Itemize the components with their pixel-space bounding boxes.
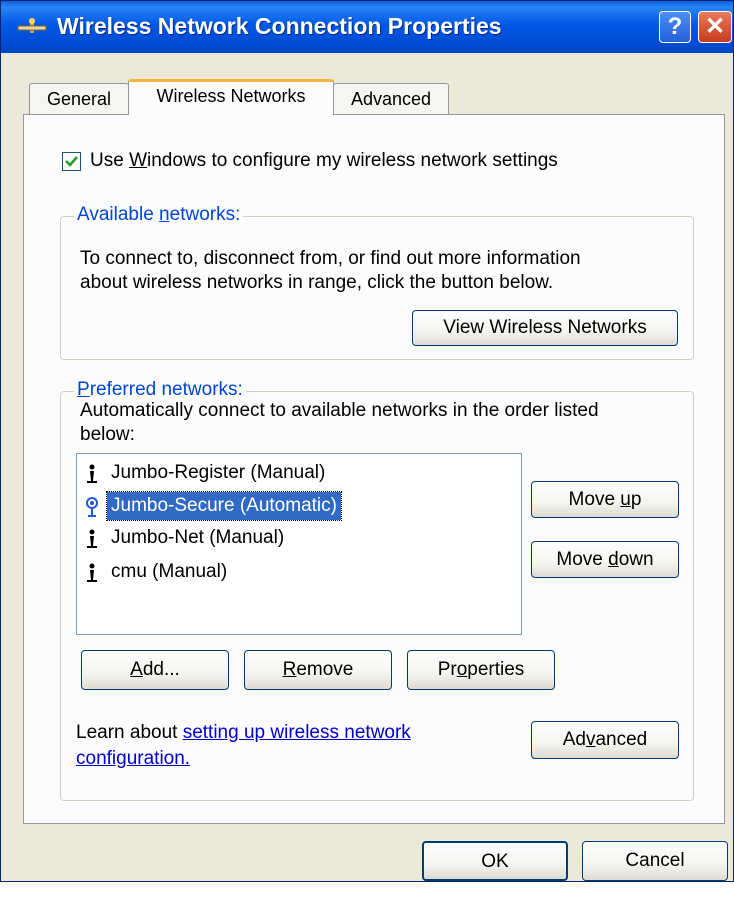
help-button[interactable]: ? <box>659 11 691 43</box>
network-connection-icon <box>17 18 47 33</box>
manual-network-icon <box>87 563 97 582</box>
title-bar[interactable]: Wireless Network Connection Properties ?… <box>1 1 733 53</box>
remove-button[interactable]: Remove <box>244 650 392 690</box>
available-networks-legend: Available networks: <box>74 204 244 226</box>
preferred-networks-list[interactable]: Jumbo-Register (Manual) Jumbo-Secure (Au… <box>76 453 522 635</box>
wireless-networks-panel: Use Windows to configure my wireless net… <box>23 114 725 824</box>
automatic-network-icon <box>86 497 98 517</box>
cancel-button[interactable]: Cancel <box>582 841 728 881</box>
list-item-label: Jumbo-Secure (Automatic) <box>106 491 342 521</box>
list-item[interactable]: Jumbo-Secure (Automatic) <box>81 491 517 522</box>
window-title: Wireless Network Connection Properties <box>57 13 502 39</box>
list-item[interactable]: cmu (Manual) <box>81 558 517 588</box>
learn-about-text-line2: configuration. <box>76 747 190 770</box>
use-windows-checkbox[interactable] <box>62 152 81 171</box>
preferred-desc-line2: below: <box>80 424 135 445</box>
properties-button[interactable]: Properties <box>407 650 555 690</box>
tab-general[interactable]: General <box>29 83 129 115</box>
list-item[interactable]: Jumbo-Net (Manual) <box>81 524 517 554</box>
tab-advanced[interactable]: Advanced <box>333 83 449 115</box>
ok-button[interactable]: OK <box>422 841 568 881</box>
advanced-button[interactable]: Advanced <box>531 721 679 759</box>
add-button[interactable]: Add... <box>81 650 229 690</box>
move-down-button[interactable]: Move down <box>531 541 679 578</box>
setup-help-link[interactable]: setting up wireless network <box>183 722 411 743</box>
available-desc-line1: To connect to, disconnect from, or find … <box>80 248 581 269</box>
preferred-desc-line1: Automatically connect to available netwo… <box>80 400 599 421</box>
list-item-label: cmu (Manual) <box>111 561 228 582</box>
use-windows-label[interactable]: Use Windows to configure my wireless net… <box>90 150 558 172</box>
move-up-button[interactable]: Move up <box>531 481 679 518</box>
setup-help-link-line2[interactable]: configuration. <box>76 748 190 769</box>
checkmark-icon <box>65 156 78 167</box>
close-button[interactable]: ✕ <box>698 11 732 43</box>
manual-network-icon <box>87 529 97 548</box>
view-wireless-networks-button[interactable]: View Wireless Networks <box>412 310 678 346</box>
list-item[interactable]: Jumbo-Register (Manual) <box>81 459 517 489</box>
manual-network-icon <box>87 464 97 483</box>
list-item-label: Jumbo-Net (Manual) <box>111 527 285 548</box>
learn-about-text: Learn about setting up wireless network <box>76 722 411 743</box>
preferred-networks-legend: Preferred networks: <box>74 379 246 401</box>
list-item-label: Jumbo-Register (Manual) <box>111 462 326 483</box>
properties-dialog: Wireless Network Connection Properties ?… <box>0 0 734 882</box>
tab-wireless-networks[interactable]: Wireless Networks <box>128 79 334 115</box>
available-desc-line2: about wireless networks in range, click … <box>80 272 554 293</box>
